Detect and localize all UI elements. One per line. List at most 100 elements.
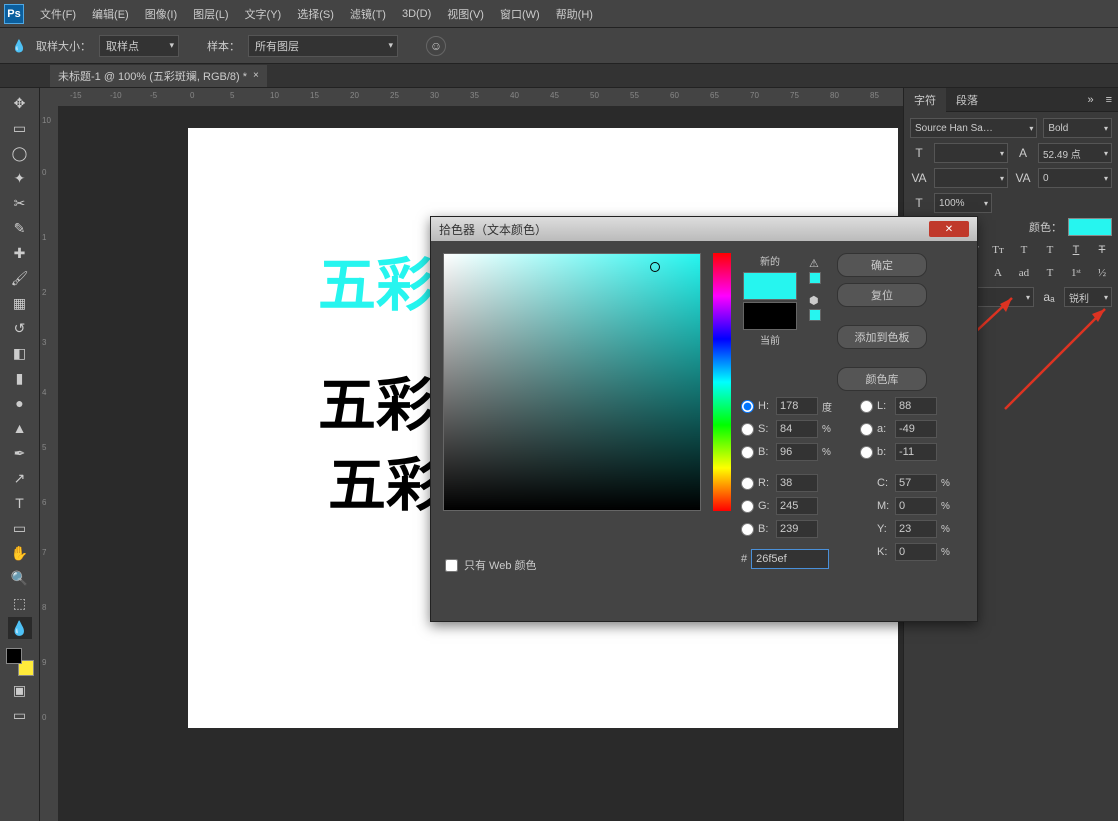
- hand-tool[interactable]: ✋: [8, 542, 32, 564]
- blur-tool[interactable]: ●: [8, 392, 32, 414]
- k-input[interactable]: [895, 543, 937, 561]
- closest-web[interactable]: [809, 309, 821, 321]
- 1st-btn[interactable]: 1ˢᵗ: [1066, 264, 1086, 282]
- h-input[interactable]: [776, 397, 818, 415]
- smallcaps-btn[interactable]: Tᴛ: [988, 241, 1008, 259]
- color-library-button[interactable]: 颜色库: [837, 367, 927, 391]
- radio-l[interactable]: [860, 400, 873, 413]
- sample-size-select[interactable]: 取样点: [99, 35, 179, 57]
- gradient-tool[interactable]: ▮: [8, 367, 32, 389]
- artboard-tool[interactable]: ⬚: [8, 592, 32, 614]
- radio-lb[interactable]: [860, 446, 873, 459]
- text-layer-1[interactable]: 五彩: [318, 238, 434, 322]
- aa-select[interactable]: 锐利: [1064, 287, 1112, 307]
- history-brush[interactable]: ↺: [8, 317, 32, 339]
- radio-g[interactable]: [741, 500, 754, 513]
- strike-btn[interactable]: T: [1092, 241, 1112, 259]
- radio-r[interactable]: [741, 477, 754, 490]
- warning-icon[interactable]: ⚠: [809, 257, 821, 270]
- c-input[interactable]: [895, 474, 937, 492]
- menu-type[interactable]: 文字(Y): [237, 2, 290, 26]
- hex-input[interactable]: [751, 549, 829, 569]
- lasso-tool[interactable]: ◯: [8, 142, 32, 164]
- radio-h[interactable]: [741, 400, 754, 413]
- m-input[interactable]: [895, 497, 937, 515]
- font-weight-select[interactable]: Bold: [1043, 118, 1112, 138]
- leading-select[interactable]: 52.49 点: [1038, 143, 1112, 163]
- font-family-select[interactable]: Source Han Sa…: [910, 118, 1037, 138]
- ad-btn[interactable]: ad: [1014, 264, 1034, 282]
- eyedropper-tool[interactable]: ✎: [8, 217, 32, 239]
- underline-btn[interactable]: T: [1066, 241, 1086, 259]
- a-input[interactable]: [895, 420, 937, 438]
- web-only-checkbox[interactable]: [445, 559, 458, 572]
- menu-filter[interactable]: 滤镜(T): [342, 2, 394, 26]
- crop-tool[interactable]: ✂: [8, 192, 32, 214]
- stamp-tool[interactable]: ▦: [8, 292, 32, 314]
- bl-input[interactable]: [776, 520, 818, 538]
- add-swatch-button[interactable]: 添加到色板: [837, 325, 927, 349]
- dodge-tool[interactable]: ▲: [8, 417, 32, 439]
- hue-slider[interactable]: [713, 253, 731, 511]
- text-color-swatch[interactable]: [1068, 218, 1112, 236]
- close-button[interactable]: ✕: [929, 221, 969, 237]
- color-sampler[interactable]: 💧: [8, 617, 32, 639]
- half-btn[interactable]: ½: [1092, 264, 1112, 282]
- ring-icon[interactable]: ☺: [426, 36, 446, 56]
- wand-tool[interactable]: ✦: [8, 167, 32, 189]
- menu-help[interactable]: 帮助(H): [548, 2, 601, 26]
- subscript-btn[interactable]: T: [1040, 241, 1060, 259]
- vscale-input[interactable]: 100%: [934, 193, 992, 213]
- path-tool[interactable]: ↗: [8, 467, 32, 489]
- close-tab-icon[interactable]: ×: [253, 70, 259, 81]
- menu-view[interactable]: 视图(V): [439, 2, 492, 26]
- menu-3d[interactable]: 3D(D): [394, 4, 439, 24]
- radio-br[interactable]: [741, 446, 754, 459]
- fg-color[interactable]: [6, 648, 22, 664]
- s-input[interactable]: [776, 420, 818, 438]
- tracking-select[interactable]: 0: [1038, 168, 1112, 188]
- menu-edit[interactable]: 编辑(E): [84, 2, 137, 26]
- pen-tool[interactable]: ✒: [8, 442, 32, 464]
- menu-select[interactable]: 选择(S): [289, 2, 342, 26]
- tab-character[interactable]: 字符: [904, 88, 946, 112]
- panel-menu-icon[interactable]: ≡: [1100, 94, 1118, 106]
- move-tool[interactable]: ✥: [8, 92, 32, 114]
- heal-tool[interactable]: ✚: [8, 242, 32, 264]
- zoom-tool[interactable]: 🔍: [8, 567, 32, 589]
- menu-image[interactable]: 图像(I): [137, 2, 185, 26]
- text-layer-2[interactable]: 五彩: [318, 358, 434, 442]
- document-tab[interactable]: 未标题-1 @ 100% (五彩斑斓, RGB/8) * ×: [50, 65, 267, 87]
- sample-layers-select[interactable]: 所有图层: [248, 35, 398, 57]
- y-input[interactable]: [895, 520, 937, 538]
- r-input[interactable]: [776, 474, 818, 492]
- cancel-button[interactable]: 复位: [837, 283, 927, 307]
- radio-s[interactable]: [741, 423, 754, 436]
- mask-mode[interactable]: ▣: [8, 679, 32, 701]
- collapse-icon[interactable]: »: [1081, 94, 1099, 106]
- eyedropper-icon[interactable]: 💧: [10, 37, 28, 55]
- closest-safe[interactable]: [809, 272, 821, 284]
- superscript-btn[interactable]: T: [1014, 241, 1034, 259]
- eraser-tool[interactable]: ◧: [8, 342, 32, 364]
- t2-btn[interactable]: T: [1040, 264, 1060, 282]
- text-layer-3[interactable]: 五彩: [328, 438, 444, 522]
- menu-window[interactable]: 窗口(W): [492, 2, 548, 26]
- radio-a[interactable]: [860, 423, 873, 436]
- screen-mode[interactable]: ▭: [8, 704, 32, 726]
- text-tool[interactable]: T: [8, 492, 32, 514]
- menu-layer[interactable]: 图层(L): [185, 2, 236, 26]
- lb-input[interactable]: [895, 443, 937, 461]
- radio-bl[interactable]: [741, 523, 754, 536]
- saturation-value-box[interactable]: [443, 253, 701, 511]
- font-size-select[interactable]: [934, 143, 1008, 163]
- menu-file[interactable]: 文件(F): [32, 2, 84, 26]
- cube-icon[interactable]: ⬢: [809, 294, 821, 307]
- shape-tool[interactable]: ▭: [8, 517, 32, 539]
- a-btn[interactable]: A: [988, 264, 1008, 282]
- l-input[interactable]: [895, 397, 937, 415]
- kerning-select[interactable]: [934, 168, 1008, 188]
- marquee-tool[interactable]: ▭: [8, 117, 32, 139]
- brush-tool[interactable]: 🖌: [8, 267, 32, 289]
- g-input[interactable]: [776, 497, 818, 515]
